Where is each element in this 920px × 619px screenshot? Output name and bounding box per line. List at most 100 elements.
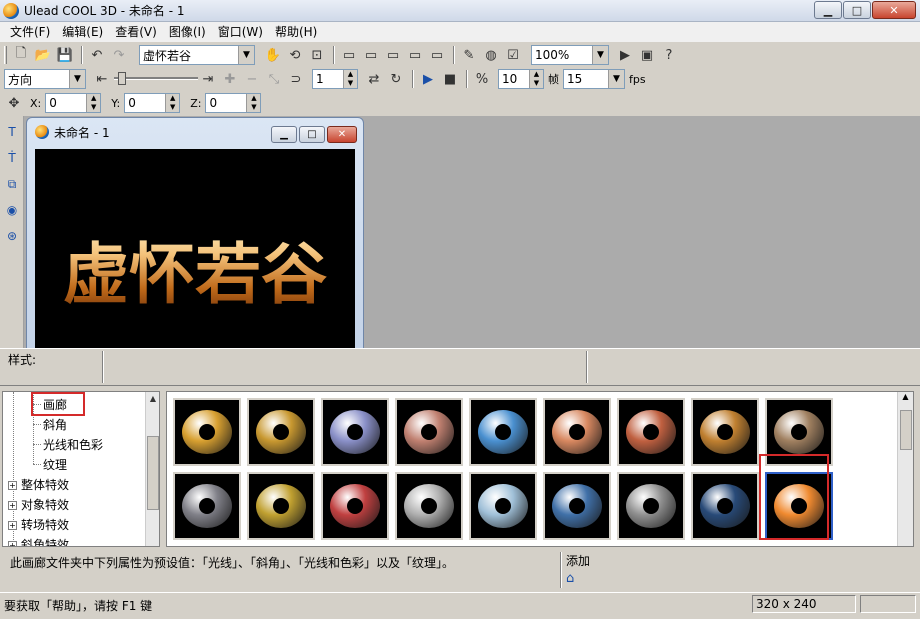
maximize-button[interactable]: □ — [843, 1, 871, 19]
select-object-icon[interactable]: ⊡ — [307, 45, 327, 65]
y-spinner[interactable]: 0 ▲ ▼ — [124, 93, 181, 113]
insert-object-icon[interactable]: ⊛ — [2, 226, 22, 246]
tree-item-texture[interactable]: 纹理 — [43, 456, 67, 473]
timeline-slider[interactable] — [114, 72, 198, 86]
help-pointer-icon[interactable]: ? — [659, 45, 679, 65]
hand-pan-icon[interactable]: ✋ — [263, 45, 283, 65]
gallery-thumbnail[interactable] — [617, 472, 685, 540]
menu-view[interactable]: 查看(V) — [109, 23, 163, 41]
add-keyframe-icon[interactable]: ✚ — [220, 69, 240, 89]
save-icon[interactable]: 💾 — [55, 45, 75, 65]
move-object-icon[interactable]: ✥ — [4, 93, 24, 113]
prev-keyframe-icon[interactable]: ⇤ — [92, 69, 112, 89]
menu-window[interactable]: 窗口(W) — [212, 23, 269, 41]
preview-canvas[interactable]: 虚怀若谷 — [35, 149, 355, 349]
scroll-up-icon[interactable]: ▲ — [146, 392, 159, 406]
object-combo[interactable]: 虚怀若谷 ▼ — [139, 45, 255, 65]
tree-item-bevel[interactable]: 斜角 — [43, 416, 67, 433]
tree-item-object-effects[interactable]: + 对象特效 — [8, 496, 69, 513]
direction-combo[interactable]: 方向 ▼ — [4, 69, 86, 89]
chevron-down-icon[interactable]: ▼ — [69, 70, 85, 88]
loop-icon[interactable]: ⊃ — [286, 69, 306, 89]
edit-text-icon[interactable]: Ṫ — [2, 148, 22, 168]
play-icon[interactable]: ▶ — [418, 69, 438, 89]
close-button[interactable]: ✕ — [872, 1, 916, 19]
gallery-thumbnail[interactable] — [321, 472, 389, 540]
tree-item-global-effects[interactable]: + 整体特效 — [8, 476, 69, 493]
gallery-thumbnail[interactable] — [247, 472, 315, 540]
layer-split-icon[interactable]: ▭ — [427, 45, 447, 65]
swap-icon[interactable]: ⇄ — [364, 69, 384, 89]
menu-image[interactable]: 图像(I) — [163, 23, 212, 41]
expand-icon[interactable]: + — [8, 521, 17, 530]
gallery-thumbnail[interactable] — [469, 398, 537, 466]
reverse-icon[interactable]: ⤡ — [264, 69, 284, 89]
gallery-thumbnail[interactable] — [543, 398, 611, 466]
insert-graphic-icon[interactable]: ⧉ — [2, 174, 22, 194]
doc-maximize-button[interactable]: □ — [299, 126, 325, 143]
chevron-down-icon[interactable]: ▼ — [592, 46, 608, 64]
quality-check-icon[interactable]: ☑ — [503, 45, 523, 65]
gallery-thumbnail[interactable] — [691, 398, 759, 466]
gallery-thumbnail[interactable] — [617, 398, 685, 466]
tree-item-transition-effects[interactable]: + 转场特效 — [8, 516, 69, 533]
frame-spinner[interactable]: 1 ▲ ▼ — [312, 69, 358, 89]
gallery-thumbnail[interactable] — [173, 472, 241, 540]
stop-icon[interactable]: ■ — [440, 69, 460, 89]
doc-minimize-button[interactable]: ▁ — [271, 126, 297, 143]
insert-text-icon[interactable]: T — [2, 122, 22, 142]
scroll-thumb[interactable] — [900, 410, 912, 450]
expand-icon[interactable]: + — [8, 541, 17, 546]
frames-spinner[interactable]: 10 ▲ ▼ — [498, 69, 544, 89]
spinner-arrows[interactable]: ▲ ▼ — [165, 94, 180, 112]
layer-front-icon[interactable]: ▭ — [339, 45, 359, 65]
tree-item-light-color[interactable]: 光线和色彩 — [43, 436, 103, 453]
globe-icon[interactable]: ◍ — [481, 45, 501, 65]
layer-copy-icon[interactable]: ▭ — [383, 45, 403, 65]
doc-close-button[interactable]: ✕ — [327, 126, 357, 143]
refresh-icon[interactable]: ↻ — [386, 69, 406, 89]
menu-help[interactable]: 帮助(H) — [269, 23, 323, 41]
menu-edit[interactable]: 编辑(E) — [56, 23, 109, 41]
chevron-down-icon[interactable]: ▼ — [608, 70, 624, 88]
insert-geometry-icon[interactable]: ◉ — [2, 200, 22, 220]
zoom-combo[interactable]: 100% ▼ — [531, 45, 609, 65]
redo-icon[interactable]: ↷ — [109, 45, 129, 65]
expand-icon[interactable]: + — [8, 481, 17, 490]
scroll-up-icon[interactable]: ▲ — [898, 392, 913, 406]
next-keyframe-icon[interactable]: ⇥ — [198, 69, 218, 89]
gallery-thumbnail[interactable] — [691, 472, 759, 540]
layer-merge-icon[interactable]: ▭ — [405, 45, 425, 65]
timeline-thumb[interactable] — [118, 72, 126, 85]
z-spinner[interactable]: 0 ▲ ▼ — [205, 93, 262, 113]
rotate-object-icon[interactable]: ⟲ — [285, 45, 305, 65]
gallery-scrollbar[interactable]: ▲ — [897, 392, 913, 546]
gallery-thumbnail[interactable] — [543, 472, 611, 540]
spinner-arrows[interactable]: ▲ ▼ — [343, 70, 357, 88]
remove-keyframe-icon[interactable]: − — [242, 69, 262, 89]
tree-item-bevel-effects[interactable]: + 斜角特效 — [8, 536, 69, 546]
fps-combo[interactable]: 15 ▼ — [563, 69, 625, 89]
toolbar-grip[interactable] — [4, 46, 7, 64]
export-icon[interactable]: ▶ — [615, 45, 635, 65]
menu-file[interactable]: 文件(F) — [4, 23, 56, 41]
spinner-arrows[interactable]: ▲ ▼ — [246, 94, 261, 112]
expand-icon[interactable]: + — [8, 501, 17, 510]
add-button[interactable]: 添加 ⌂ — [566, 552, 626, 588]
motion-blur-icon[interactable]: % — [472, 69, 492, 89]
gallery-thumbnail[interactable] — [395, 398, 463, 466]
open-folder-icon[interactable]: 📂 — [33, 45, 53, 65]
scroll-thumb[interactable] — [147, 436, 159, 510]
photo-export-icon[interactable]: ▣ — [637, 45, 657, 65]
gallery-thumbnail[interactable] — [173, 398, 241, 466]
tree-scrollbar[interactable]: ▲ — [145, 392, 159, 546]
undo-icon[interactable]: ↶ — [87, 45, 107, 65]
spinner-arrows[interactable]: ▲ ▼ — [86, 94, 101, 112]
gallery-thumbnail[interactable] — [247, 398, 315, 466]
chevron-down-icon[interactable]: ▼ — [238, 46, 254, 64]
layer-back-icon[interactable]: ▭ — [361, 45, 381, 65]
light-bulb-icon[interactable]: ✎ — [459, 45, 479, 65]
x-spinner[interactable]: 0 ▲ ▼ — [45, 93, 102, 113]
spinner-arrows[interactable]: ▲ ▼ — [529, 70, 543, 88]
new-file-icon[interactable]: 🗋 — [11, 45, 31, 65]
